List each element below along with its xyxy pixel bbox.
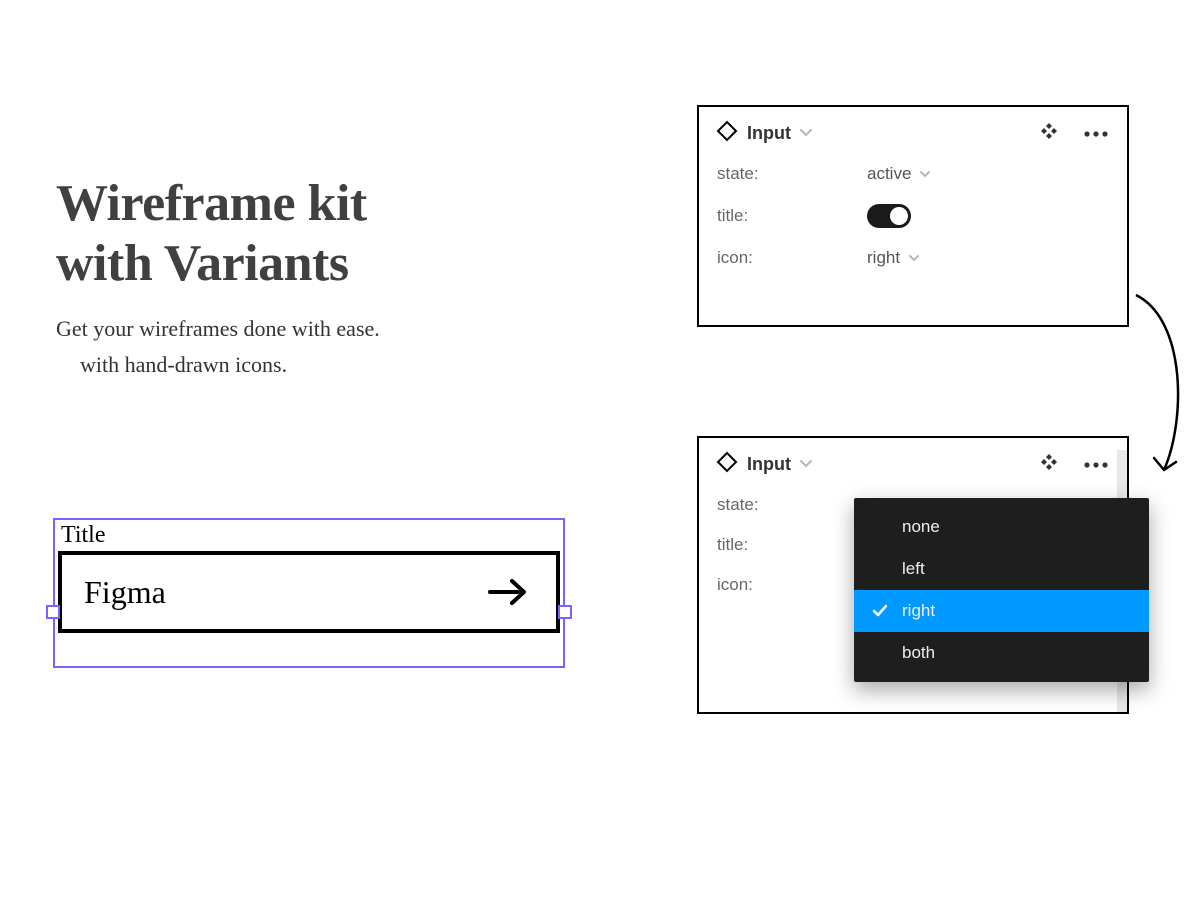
hero: Wireframe kit with Variants Get your wir… <box>56 174 596 378</box>
panel-header: Input <box>699 107 1127 154</box>
more-icon[interactable] <box>1083 456 1109 474</box>
selection-handle-right[interactable] <box>558 605 572 619</box>
flow-arrow-icon <box>1126 290 1196 480</box>
dropdown-option-right[interactable]: right <box>854 590 1149 632</box>
diamond-icon <box>717 121 737 146</box>
toggle-title[interactable] <box>867 204 911 228</box>
variants-panel-expanded: Input state: title: icon: none left <box>697 436 1129 714</box>
prop-label-icon: icon: <box>717 575 867 595</box>
hero-title-line1: Wireframe kit <box>56 175 367 232</box>
hero-subtitle-1: Get your wireframes done with ease. <box>56 316 596 342</box>
wf-input-value: Figma <box>84 574 166 611</box>
hero-title: Wireframe kit with Variants <box>56 174 596 294</box>
prop-label-state: state: <box>717 164 867 184</box>
prop-label-icon: icon: <box>717 248 867 268</box>
wf-input-field[interactable]: Figma <box>58 551 560 633</box>
check-icon <box>870 604 890 618</box>
selection-handle-left[interactable] <box>46 605 60 619</box>
prop-value-state[interactable]: active <box>867 164 931 184</box>
arrow-right-icon <box>486 577 530 607</box>
hero-subtitle-2: with hand-drawn icons. <box>80 352 596 378</box>
prop-label-title: title: <box>717 535 867 555</box>
component-name: Input <box>747 123 791 144</box>
canvas-selected-component[interactable]: Title Figma <box>53 518 565 639</box>
chevron-down-icon <box>908 248 920 268</box>
chevron-down-icon <box>919 164 931 184</box>
more-icon[interactable] <box>1083 125 1109 143</box>
diamond-icon <box>717 452 737 477</box>
icon-dropdown: none left right both <box>854 498 1149 682</box>
dropdown-option-left[interactable]: left <box>854 548 1149 590</box>
prop-row-state: state: active <box>699 154 1127 194</box>
prop-value-icon[interactable]: right <box>867 248 920 268</box>
chevron-down-icon[interactable] <box>799 456 813 474</box>
dropdown-option-both[interactable]: both <box>854 632 1149 674</box>
panel-header: Input <box>699 438 1127 485</box>
prop-row-title: title: <box>699 194 1127 238</box>
variants-icon[interactable] <box>1039 452 1059 477</box>
hero-title-line2: with Variants <box>56 235 349 292</box>
wf-input-title: Title <box>53 518 565 551</box>
variants-icon[interactable] <box>1039 121 1059 146</box>
chevron-down-icon[interactable] <box>799 125 813 143</box>
variants-panel-collapsed: Input state: active title: icon: <box>697 105 1129 327</box>
prop-label-title: title: <box>717 206 867 226</box>
dropdown-option-none[interactable]: none <box>854 506 1149 548</box>
prop-label-state: state: <box>717 495 867 515</box>
component-name: Input <box>747 454 791 475</box>
prop-row-icon: icon: right <box>699 238 1127 278</box>
